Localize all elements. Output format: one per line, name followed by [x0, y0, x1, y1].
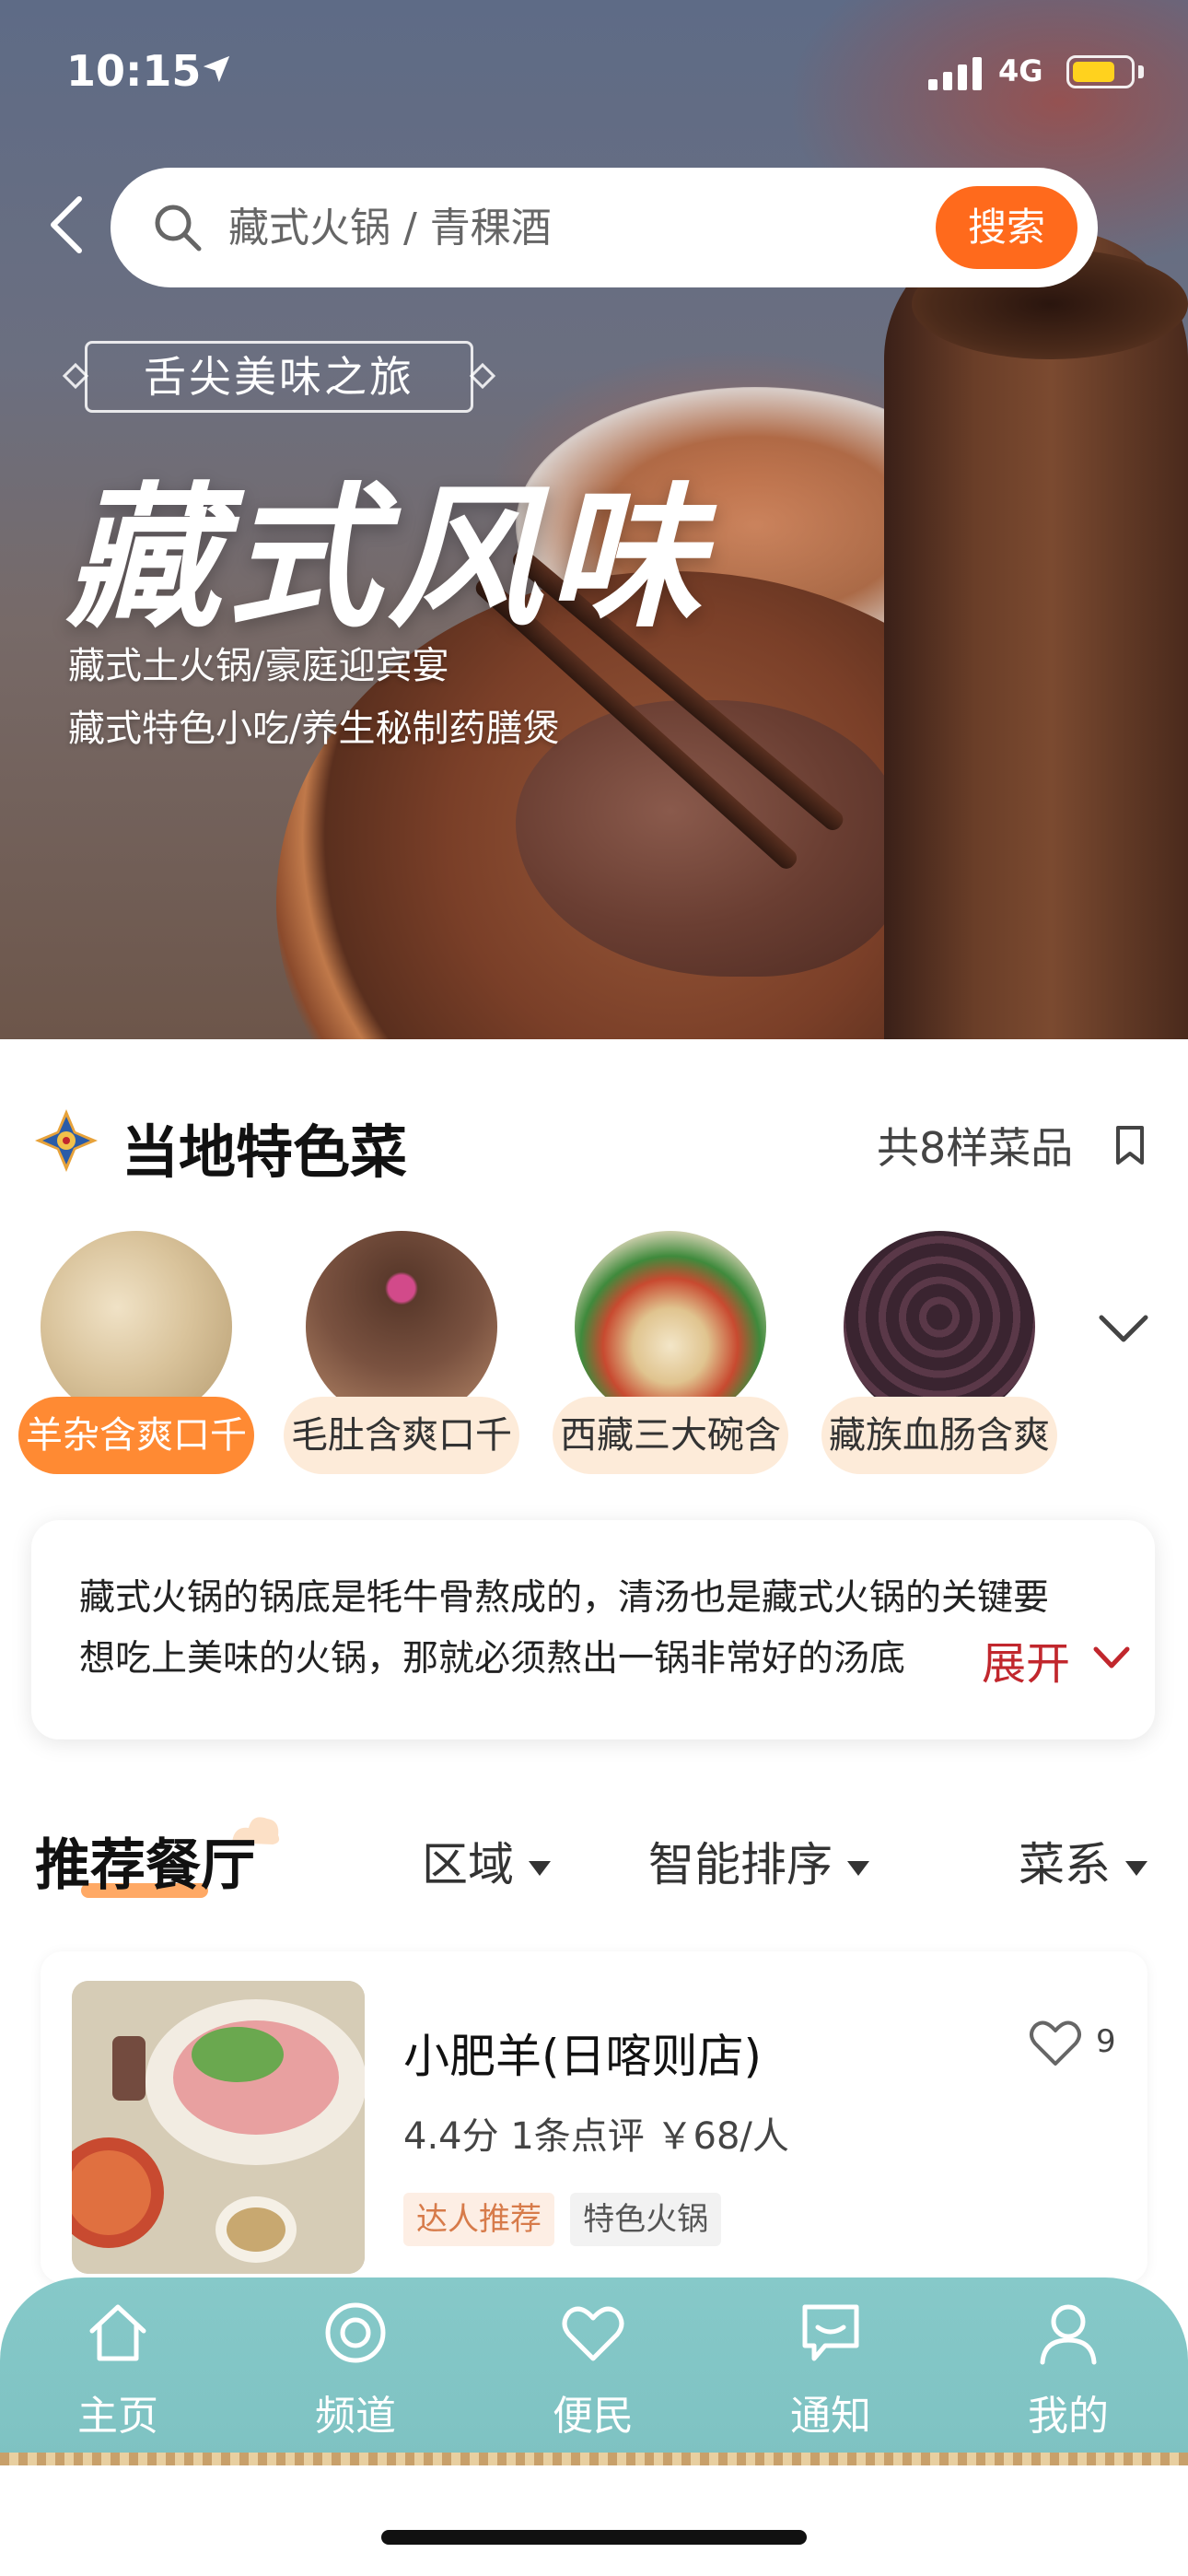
dish-item[interactable]: 西藏三大碗含	[553, 1231, 788, 1480]
triangle-down-icon	[1125, 1860, 1147, 1876]
recommend-header: 推荐餐厅 区域 智能排序 菜系	[0, 1806, 1188, 1907]
filter-label: 菜系	[1019, 1838, 1111, 1891]
filter-cuisine[interactable]: 菜系	[1019, 1828, 1147, 1894]
dish-image	[844, 1231, 1035, 1423]
dish-item[interactable]: 毛肚含爽口千	[284, 1231, 519, 1480]
description-card: 藏式火锅的锅底是牦牛骨熬成的，清汤也是藏式火锅的关键要 想吃上美味的火锅，那就必…	[31, 1520, 1155, 1739]
restaurant-name: 小肥羊(日喀则店)	[403, 2030, 763, 2083]
dish-label: 西藏三大碗含	[553, 1397, 788, 1474]
user-icon	[1040, 2304, 1097, 2365]
expand-button[interactable]: 展开	[982, 1627, 1070, 1692]
dish-count[interactable]: 共8样菜品	[877, 1115, 1073, 1176]
filter-sort[interactable]: 智能排序	[648, 1828, 869, 1894]
hero-subtitle-line2: 藏式特色小吃/养生秘制药膳煲	[68, 708, 560, 750]
bookmark-icon[interactable]	[1114, 1124, 1146, 1166]
search-button[interactable]: 搜索	[936, 186, 1077, 269]
tag-badge: 特色火锅	[570, 2193, 722, 2246]
search-icon	[155, 205, 202, 252]
tagline-text: 舌尖美味之旅	[144, 352, 414, 402]
back-arrow-icon[interactable]	[46, 195, 87, 254]
tag-badge: 达人推荐	[403, 2193, 554, 2246]
battery-icon	[1066, 55, 1135, 88]
search-bar[interactable]: 搜索	[111, 168, 1098, 287]
heart-icon	[562, 2306, 624, 2361]
status-bar: 10:15 4G	[0, 0, 1188, 147]
bottom-tab-bar: 主页 频道 便民 通知 我的	[0, 2277, 1188, 2462]
tab-label: 通知	[790, 2393, 871, 2440]
specialty-title: 当地特色菜	[122, 1118, 408, 1186]
message-icon	[802, 2304, 859, 2361]
triangle-down-icon	[847, 1860, 869, 1876]
home-icon	[89, 2304, 146, 2361]
restaurant-meta: 4.4分 1条点评 ￥68/人	[403, 2115, 789, 2158]
hero-title: 藏式风味	[66, 468, 707, 649]
dish-item[interactable]: 羊杂含爽口千	[18, 1231, 254, 1480]
status-time: 10:15	[66, 46, 202, 96]
tab-home[interactable]: 主页	[35, 2300, 201, 2456]
filter-label: 智能排序	[648, 1838, 833, 1891]
filter-region[interactable]: 区域	[422, 1828, 551, 1894]
tagline-frame: 舌尖美味之旅	[59, 341, 499, 413]
tab-channel[interactable]: 频道	[273, 2300, 438, 2456]
home-indicator[interactable]	[381, 2530, 807, 2545]
dish-image	[306, 1231, 497, 1423]
tab-label: 主页	[77, 2393, 158, 2440]
restaurant-photo	[72, 1981, 365, 2274]
hero-banner: 10:15 4G 搜索 舌尖美味之旅 藏式风味 藏式土火锅/豪庭迎宾	[0, 0, 1188, 1039]
dish-label: 毛肚含爽口千	[284, 1397, 519, 1474]
chevron-down-icon[interactable]	[1096, 1310, 1151, 1347]
battery-level	[1073, 62, 1114, 82]
restaurant-image	[72, 1981, 365, 2274]
battery-cap	[1138, 65, 1144, 78]
diamond-ornament	[469, 362, 496, 390]
triangle-down-icon	[529, 1860, 551, 1876]
chevron-down-icon[interactable]	[1092, 1642, 1131, 1673]
tabbar-decorative-border	[0, 2453, 1188, 2465]
hero-subtitle-line1: 藏式土火锅/豪庭迎宾宴	[68, 645, 449, 687]
favorite-count: 9	[1096, 2023, 1116, 2060]
cellular-signal-icon	[928, 57, 982, 90]
tab-profile[interactable]: 我的	[985, 2300, 1151, 2456]
filter-label: 区域	[422, 1838, 514, 1891]
tibetan-ornament-icon	[35, 1109, 98, 1172]
tab-label: 我的	[1028, 2393, 1109, 2440]
network-type: 4G	[998, 53, 1043, 88]
dish-label: 藏族血肠含爽	[821, 1397, 1057, 1474]
tab-services[interactable]: 便民	[510, 2300, 676, 2456]
specialty-header: 当地特色菜 共8样菜品	[0, 1087, 1188, 1198]
search-input[interactable]	[228, 195, 910, 260]
tab-label: 频道	[315, 2393, 396, 2440]
location-arrow-icon	[203, 55, 230, 83]
channel-icon	[325, 2302, 386, 2363]
restaurant-card[interactable]: 小肥羊(日喀则店) 4.4分 1条点评 ￥68/人 达人推荐 特色火锅 9	[41, 1951, 1147, 2283]
dish-image	[41, 1231, 232, 1423]
dish-label: 羊杂含爽口千	[18, 1397, 254, 1474]
dish-item[interactable]: 藏族血肠含爽	[821, 1231, 1057, 1480]
recommend-title: 推荐餐厅	[35, 1833, 256, 1898]
dish-list: 羊杂含爽口千 毛肚含爽口千 西藏三大碗含 藏族血肠含爽	[0, 1231, 1188, 1498]
tab-label: 便民	[553, 2393, 634, 2440]
tab-notice[interactable]: 通知	[748, 2300, 914, 2456]
dish-image	[575, 1231, 766, 1423]
heart-icon[interactable]	[1028, 2018, 1083, 2067]
restaurant-tags: 达人推荐 特色火锅	[403, 2193, 732, 2246]
